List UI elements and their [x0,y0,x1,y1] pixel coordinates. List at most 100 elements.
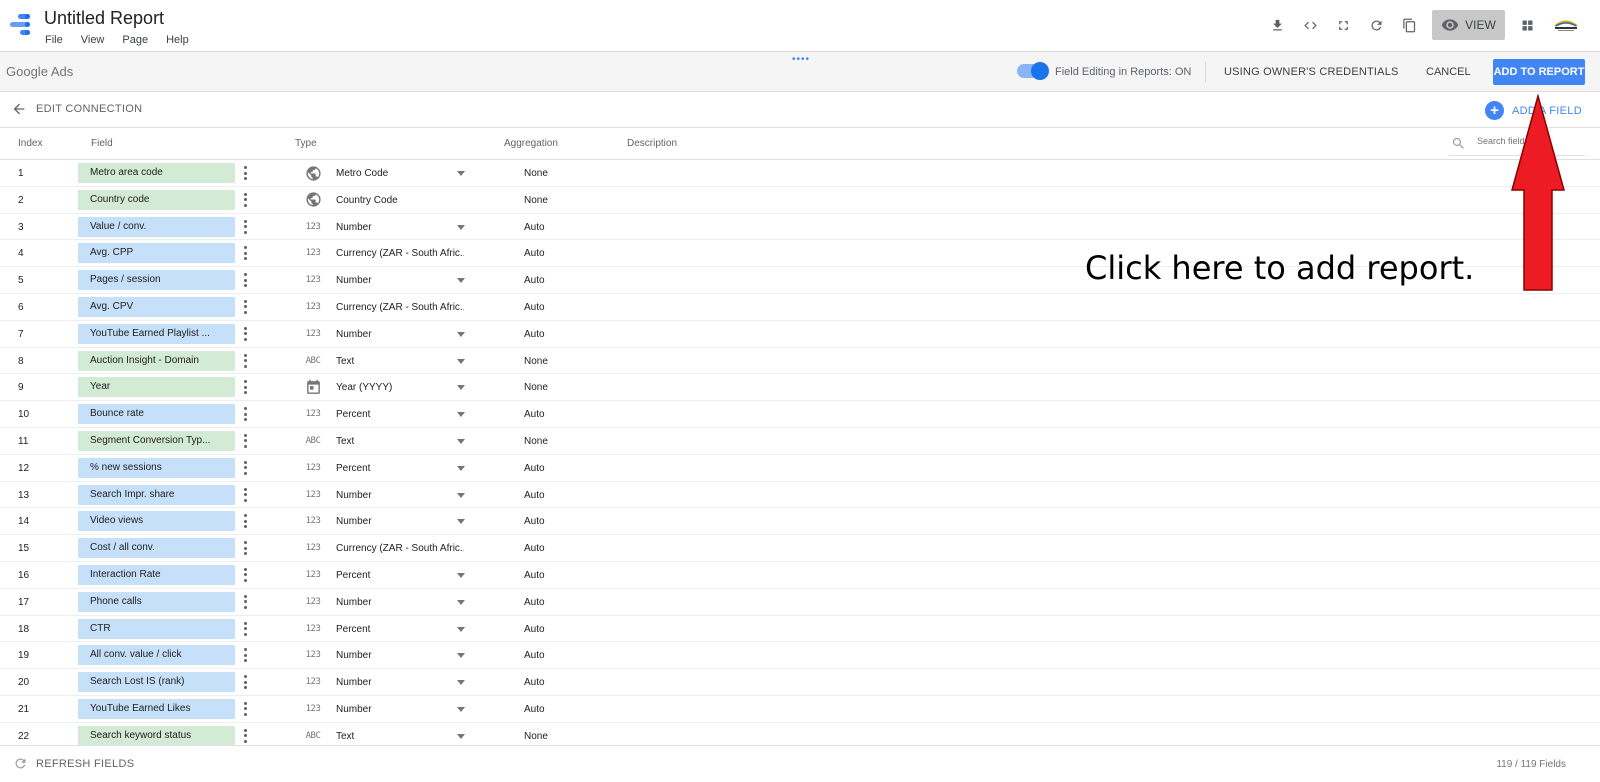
type-select[interactable]: Number [333,699,469,719]
field-name-chip[interactable]: Metro area code [78,163,235,183]
copy-icon[interactable] [1393,10,1426,40]
field-name-chip[interactable]: Avg. CPV [78,296,235,317]
column-type: Type [295,138,317,149]
type-select[interactable]: Percent [333,404,469,424]
more-vert-icon[interactable] [240,218,250,236]
more-vert-icon[interactable] [240,512,250,530]
view-button[interactable]: VIEW [1432,10,1505,40]
more-vert-icon[interactable] [240,620,250,638]
field-name-chip[interactable]: Search keyword status [78,725,235,746]
menu-page[interactable]: Page [122,34,148,46]
report-title[interactable]: Untitled Report [44,8,164,29]
more-vert-icon[interactable] [240,727,250,745]
more-vert-icon[interactable] [240,325,250,343]
more-vert-icon[interactable] [240,646,250,664]
more-vert-icon[interactable] [240,459,250,477]
more-vert-icon[interactable] [240,486,250,504]
credentials-button[interactable]: USING OWNER'S CREDENTIALS [1224,66,1399,78]
more-vert-icon[interactable] [240,700,250,718]
more-vert-icon[interactable] [240,539,250,557]
type-select[interactable]: Number [333,672,469,692]
more-vert-icon[interactable] [240,271,250,289]
type-value: Text [336,355,355,367]
refresh-icon[interactable] [1360,10,1393,40]
fullscreen-icon[interactable] [1327,10,1360,40]
field-name-chip[interactable]: YouTube Earned Playlist ... [78,323,235,344]
field-name-chip[interactable]: YouTube Earned Likes [78,698,235,719]
field-name-chip[interactable]: CTR [78,618,235,639]
field-name-chip[interactable]: Search Lost IS (rank) [78,672,235,693]
more-vert-icon[interactable] [240,352,250,370]
type-select[interactable]: Country Code [333,190,469,210]
more-vert-icon[interactable] [240,673,250,691]
edit-connection-link[interactable]: EDIT CONNECTION [36,103,142,115]
type-select[interactable]: Year (YYYY) [333,377,469,397]
type-select[interactable]: Number [333,270,469,290]
field-name-chip[interactable]: Pages / session [78,270,235,291]
globe-icon [303,165,323,181]
field-name-chip[interactable]: Segment Conversion Typ... [78,430,235,451]
field-name-chip[interactable]: Phone calls [78,591,235,612]
download-icon[interactable] [1261,10,1294,40]
apps-grid-icon[interactable] [1511,10,1544,40]
field-name-chip[interactable]: All conv. value / click [78,645,235,666]
embed-code-icon[interactable] [1294,10,1327,40]
field-name-chip[interactable]: Bounce rate [78,404,235,425]
account-brand-logo[interactable] [1552,17,1580,33]
type-select[interactable]: Percent [333,458,469,478]
type-select[interactable]: Text [333,726,469,746]
add-to-report-button[interactable]: ADD TO REPORT [1493,59,1585,85]
type-glyph: 123 [305,596,321,607]
more-vert-icon[interactable] [240,432,250,450]
field-name-chip[interactable]: Interaction Rate [78,564,235,585]
type-select[interactable]: Number [333,485,469,505]
more-vert-icon[interactable] [240,593,250,611]
type-select[interactable]: Number [333,324,469,344]
field-name-chip[interactable]: Year [78,377,235,398]
more-vert-icon[interactable] [240,244,250,262]
field-name-chip[interactable]: Cost / all conv. [78,538,235,559]
more-vert-icon[interactable] [240,405,250,423]
aggregation-value: Auto [524,516,545,528]
refresh-fields-button[interactable]: REFRESH FIELDS [13,756,134,771]
back-arrow-icon[interactable] [11,101,27,117]
field-name-chip[interactable]: Country code [78,189,235,210]
field-name-chip[interactable]: Auction Insight - Domain [78,350,235,371]
type-select[interactable]: Percent [333,619,469,639]
type-value: Percent [336,569,371,581]
type-select[interactable]: Text [333,431,469,451]
table-row: 13 Search Impr. share 123 Number Auto [0,482,1600,509]
table-row: 9 Year Year (YYYY) None [0,374,1600,402]
field-name-chip[interactable]: Video views [78,511,235,532]
menu-help[interactable]: Help [166,34,189,46]
type-select[interactable]: Percent [333,565,469,585]
field-name-chip[interactable]: Search Impr. share [78,484,235,505]
field-name-chip[interactable]: Value / conv. [78,216,235,237]
more-vert-icon[interactable] [240,566,250,584]
more-vert-icon[interactable] [240,191,250,209]
data-studio-logo[interactable] [8,11,34,37]
type-select[interactable]: Number [333,645,469,665]
type-select[interactable]: Currency (ZAR - South Afric... [333,297,469,317]
aggregation-value: Auto [524,248,545,260]
field-name-chip[interactable]: Avg. CPP [78,243,235,264]
more-vert-icon[interactable] [240,298,250,316]
cancel-button[interactable]: CANCEL [1426,66,1471,78]
type-select[interactable]: Number [333,511,469,531]
field-name-chip[interactable]: % new sessions [78,457,235,478]
menu-view[interactable]: View [81,34,105,46]
type-select[interactable]: Text [333,351,469,371]
type-select[interactable]: Metro Code [333,163,469,183]
field-editing-toggle[interactable] [1017,62,1049,80]
type-select[interactable]: Number [333,217,469,237]
more-vert-icon[interactable] [240,378,250,396]
type-glyph: 123 [305,516,321,527]
type-select[interactable]: Currency (ZAR - South Afric... [333,538,469,558]
drag-handle-icon[interactable]: •••• [792,54,810,65]
menu-file[interactable]: File [45,34,63,46]
text-type-icon: ABC [303,433,323,449]
type-select[interactable]: Currency (ZAR - South Afric... [333,243,469,263]
type-select[interactable]: Number [333,592,469,612]
more-vert-icon[interactable] [240,164,250,182]
refresh-fields-label: REFRESH FIELDS [36,757,135,770]
